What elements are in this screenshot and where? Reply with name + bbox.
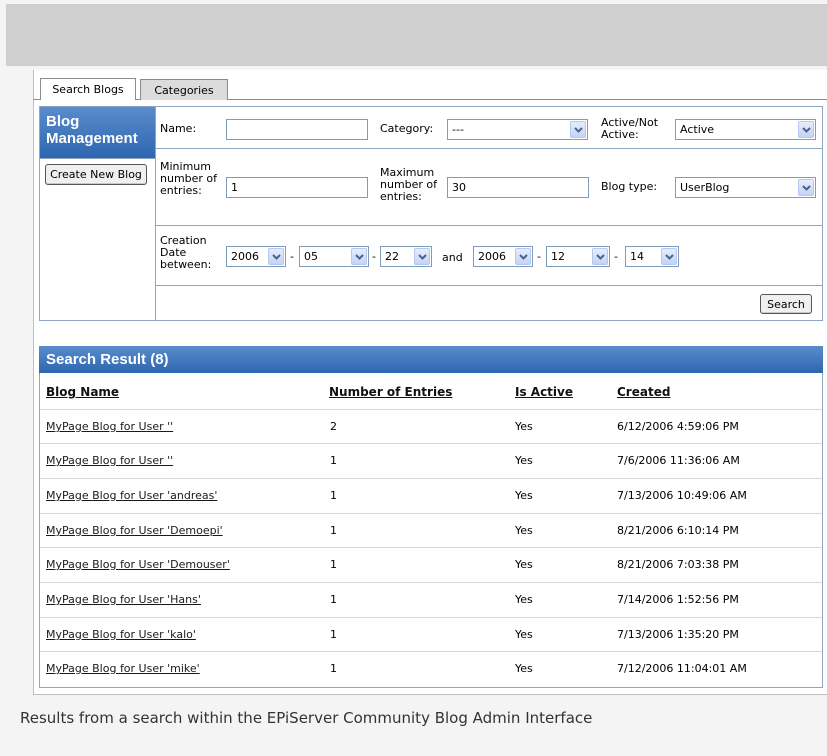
- category-select[interactable]: ---: [447, 119, 588, 140]
- entries-count: 1: [330, 628, 337, 641]
- create-new-blog-button[interactable]: Create New Blog: [45, 164, 147, 185]
- is-active-value: Yes: [515, 454, 533, 467]
- date-separator: -: [372, 250, 376, 263]
- from-month-value: 05: [304, 250, 318, 263]
- active-selected-value: Active: [680, 123, 715, 136]
- is-active-value: Yes: [515, 662, 533, 675]
- entries-count: 2: [330, 420, 337, 433]
- top-banner: [6, 4, 827, 66]
- chevron-down-icon[interactable]: [592, 248, 608, 265]
- is-active-value: Yes: [515, 558, 533, 571]
- name-label: Name:: [160, 122, 197, 135]
- date-separator: -: [537, 250, 541, 263]
- from-year-value: 2006: [231, 250, 259, 263]
- tab-categories[interactable]: Categories: [140, 79, 228, 100]
- entries-count: 1: [330, 558, 337, 571]
- created-date: 7/13/2006 1:35:20 PM: [617, 628, 739, 641]
- is-active-value: Yes: [515, 524, 533, 537]
- search-result-title: Search Result (8): [39, 346, 823, 373]
- blog-name-link[interactable]: MyPage Blog for User 'kalo': [46, 628, 196, 641]
- blog-name-link[interactable]: MyPage Blog for User 'Demouser': [46, 558, 230, 571]
- entries-count: 1: [330, 454, 337, 467]
- to-day-select[interactable]: 14: [625, 246, 679, 267]
- created-date: 7/6/2006 11:36:06 AM: [617, 454, 740, 467]
- blog-name-link[interactable]: MyPage Blog for User '': [46, 454, 173, 467]
- table-row: MyPage Blog for User 'kalo' 1 Yes 7/13/2…: [40, 617, 822, 650]
- blog-name-link[interactable]: MyPage Blog for User 'Hans': [46, 593, 201, 606]
- created-date: 8/21/2006 6:10:14 PM: [617, 524, 739, 537]
- created-date: 6/12/2006 4:59:06 PM: [617, 420, 739, 433]
- entries-count: 1: [330, 662, 337, 675]
- minimum-entries-label: Minimum number of entries:: [160, 160, 218, 197]
- to-year-select[interactable]: 2006: [473, 246, 533, 267]
- entries-count: 1: [330, 593, 337, 606]
- column-header-created[interactable]: Created: [617, 385, 670, 399]
- name-input[interactable]: [226, 119, 368, 140]
- table-row: MyPage Blog for User '' 1 Yes 7/6/2006 1…: [40, 443, 822, 476]
- and-label: and: [442, 251, 463, 264]
- table-row: MyPage Blog for User 'Demoepi' 1 Yes 8/2…: [40, 513, 822, 546]
- table-row: MyPage Blog for User '' 2 Yes 6/12/2006 …: [40, 409, 822, 442]
- to-month-select[interactable]: 12: [546, 246, 610, 267]
- from-year-select[interactable]: 2006: [226, 246, 286, 267]
- is-active-value: Yes: [515, 420, 533, 433]
- to-day-value: 14: [630, 250, 644, 263]
- chevron-down-icon[interactable]: [268, 248, 284, 265]
- chevron-down-icon[interactable]: [798, 179, 814, 196]
- is-active-value: Yes: [515, 628, 533, 641]
- is-active-value: Yes: [515, 593, 533, 606]
- column-header-is-active[interactable]: Is Active: [515, 385, 573, 399]
- blog-management-title: Blog Management: [40, 107, 155, 158]
- table-row: MyPage Blog for User 'andreas' 1 Yes 7/1…: [40, 478, 822, 511]
- from-day-select[interactable]: 22: [380, 246, 432, 267]
- table-row: MyPage Blog for User 'Hans' 1 Yes 7/14/2…: [40, 582, 822, 615]
- to-year-value: 2006: [478, 250, 506, 263]
- created-date: 7/14/2006 1:52:56 PM: [617, 593, 739, 606]
- chevron-down-icon[interactable]: [661, 248, 677, 265]
- active-select[interactable]: Active: [675, 119, 816, 140]
- blog-type-label: Blog type:: [601, 180, 658, 193]
- from-day-value: 22: [385, 250, 399, 263]
- entries-count: 1: [330, 489, 337, 502]
- creation-date-label: Creation Date between:: [160, 234, 212, 271]
- chevron-down-icon[interactable]: [414, 248, 430, 265]
- maximum-entries-label: Maximum number of entries:: [380, 166, 438, 203]
- created-date: 7/12/2006 11:04:01 AM: [617, 662, 747, 675]
- minimum-entries-input[interactable]: 1: [226, 177, 368, 198]
- table-row: MyPage Blog for User 'Demouser' 1 Yes 8/…: [40, 547, 822, 580]
- chevron-down-icon[interactable]: [351, 248, 367, 265]
- column-header-blog-name[interactable]: Blog Name: [46, 385, 119, 399]
- tab-search-blogs[interactable]: Search Blogs: [40, 78, 136, 100]
- chevron-down-icon[interactable]: [570, 121, 586, 138]
- to-month-value: 12: [551, 250, 565, 263]
- search-button[interactable]: Search: [760, 294, 812, 314]
- blog-name-link[interactable]: MyPage Blog for User 'Demoepi': [46, 524, 223, 537]
- column-header-number-of-entries[interactable]: Number of Entries: [329, 385, 452, 399]
- date-separator: -: [614, 250, 618, 263]
- blog-name-link[interactable]: MyPage Blog for User 'andreas': [46, 489, 217, 502]
- chevron-down-icon[interactable]: [515, 248, 531, 265]
- category-selected-value: ---: [452, 123, 464, 136]
- maximum-entries-input[interactable]: 30: [447, 177, 589, 198]
- entries-count: 1: [330, 524, 337, 537]
- blog-name-link[interactable]: MyPage Blog for User '': [46, 420, 173, 433]
- is-active-value: Yes: [515, 489, 533, 502]
- active-not-active-label: Active/Not Active:: [601, 116, 659, 141]
- table-row: MyPage Blog for User 'mike' 1 Yes 7/12/2…: [40, 651, 822, 684]
- date-separator: -: [290, 250, 294, 263]
- created-date: 8/21/2006 7:03:38 PM: [617, 558, 739, 571]
- blog-type-selected-value: UserBlog: [680, 181, 730, 194]
- blog-name-link[interactable]: MyPage Blog for User 'mike': [46, 662, 200, 675]
- category-label: Category:: [380, 122, 434, 135]
- chevron-down-icon[interactable]: [798, 121, 814, 138]
- from-month-select[interactable]: 05: [299, 246, 369, 267]
- blog-type-select[interactable]: UserBlog: [675, 177, 816, 198]
- figure-caption: Results from a search within the EPiServ…: [20, 709, 593, 727]
- created-date: 7/13/2006 10:49:06 AM: [617, 489, 747, 502]
